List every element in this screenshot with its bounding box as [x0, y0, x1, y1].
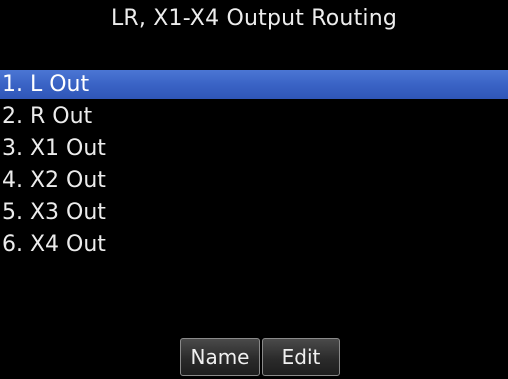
screen-title: LR, X1-X4 Output Routing: [110, 6, 398, 31]
output-item-l-out[interactable]: 1. L Out: [0, 70, 508, 99]
edit-button[interactable]: Edit: [262, 338, 340, 376]
softkey-bar: Name Edit: [180, 338, 340, 376]
output-item-x4-out[interactable]: 6. X4 Out: [0, 229, 508, 261]
output-list: 1. L Out 2. R Out 3. X1 Out 4. X2 Out 5.…: [0, 70, 508, 261]
output-item-x2-out[interactable]: 4. X2 Out: [0, 165, 508, 197]
output-item-r-out[interactable]: 2. R Out: [0, 101, 508, 133]
output-item-x1-out[interactable]: 3. X1 Out: [0, 133, 508, 165]
name-button[interactable]: Name: [180, 338, 260, 376]
output-item-x3-out[interactable]: 5. X3 Out: [0, 197, 508, 229]
